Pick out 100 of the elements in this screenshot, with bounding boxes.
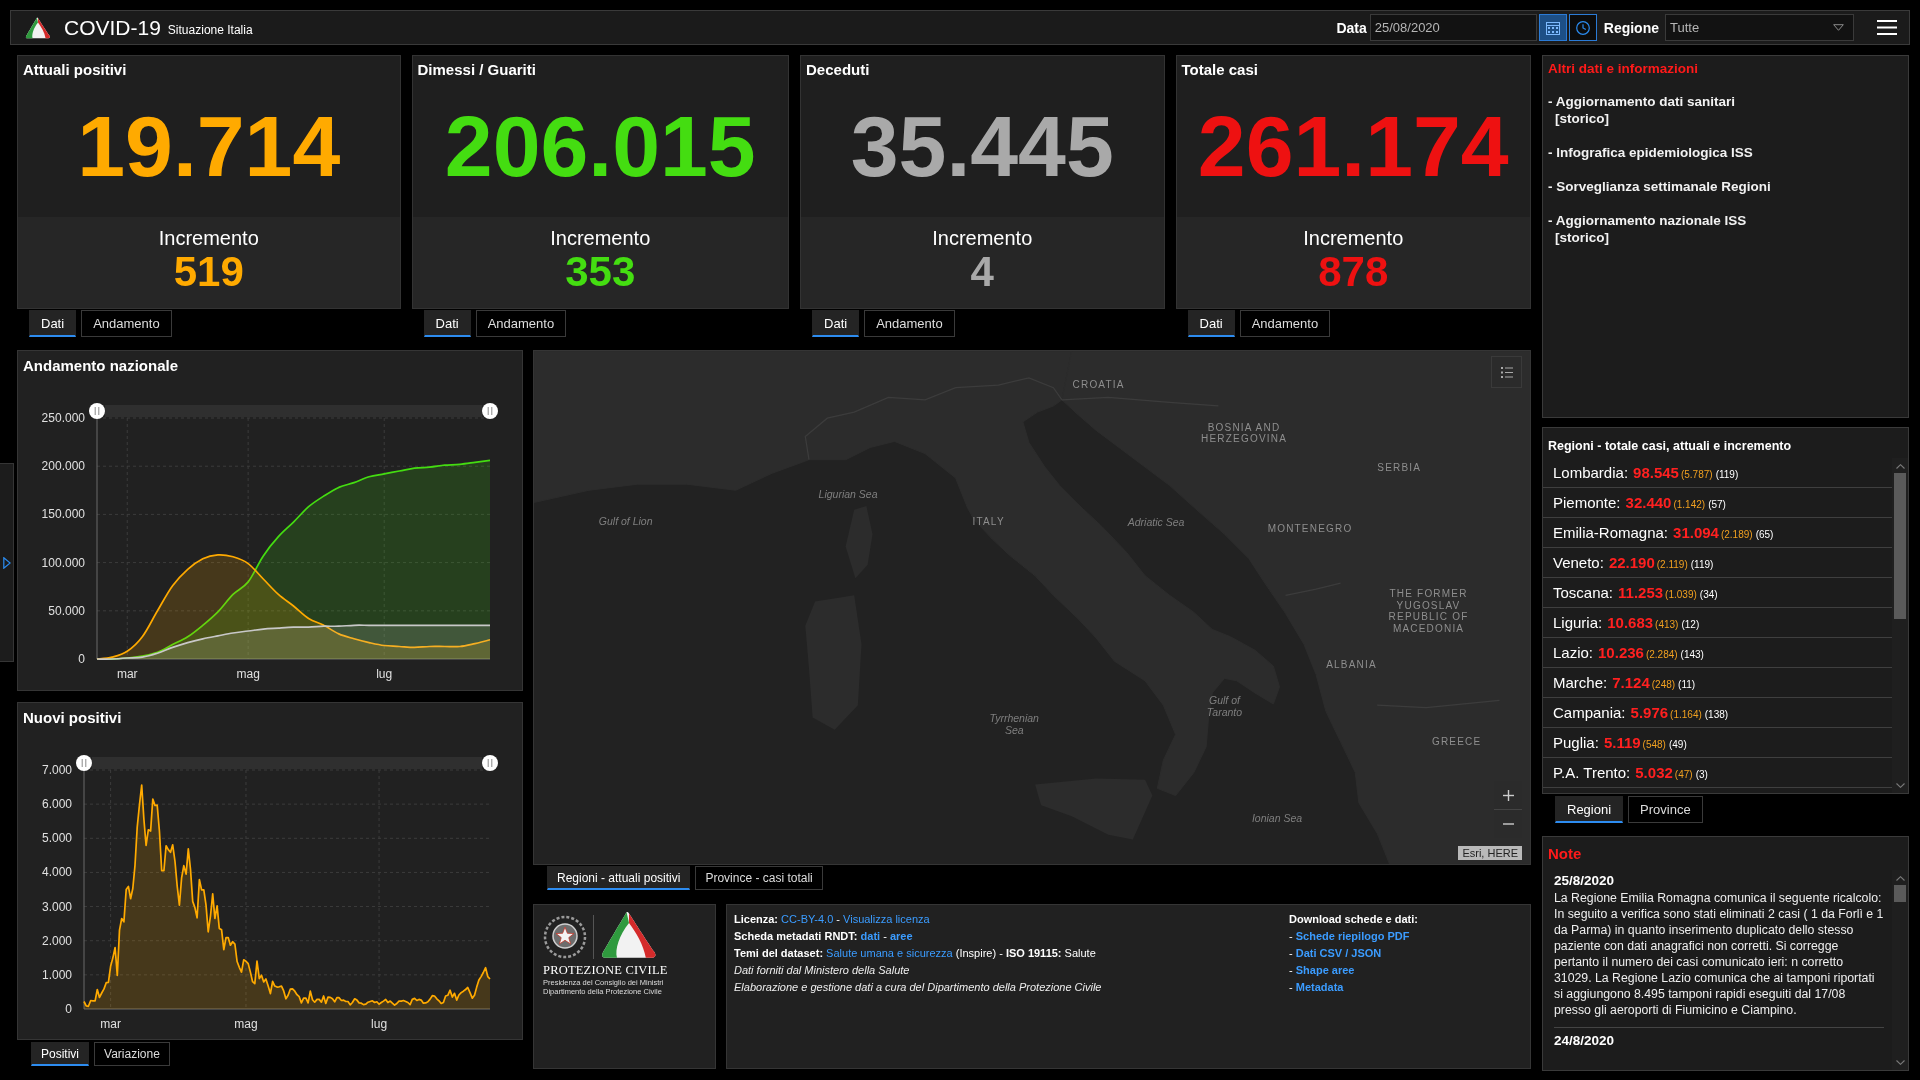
calendar-icon: [1545, 20, 1560, 35]
y-tick-label: 150.000: [41, 507, 85, 522]
info-text: Salute: [1064, 947, 1096, 959]
daily-increment: (34): [1699, 589, 1718, 600]
info-link[interactable]: - Infografica epidemiologica ISS: [1548, 144, 1753, 161]
country-label: CROATIA: [1072, 379, 1125, 391]
history-link[interactable]: [storico]: [1555, 110, 1609, 127]
tab[interactable]: Dati: [1187, 310, 1235, 337]
side-panel-toggle[interactable]: [0, 463, 14, 662]
download-title: Download schede e dati:: [1289, 913, 1418, 925]
y-tick-label: 0: [78, 652, 85, 666]
tab[interactable]: Province: [1628, 796, 1703, 823]
y-tick-label: 4.000: [41, 865, 72, 880]
country-label: SERBIA: [1377, 462, 1422, 474]
calendar-button[interactable]: [1538, 14, 1567, 41]
total-cases: 5.032: [1635, 764, 1673, 781]
current-cases: (248): [1651, 679, 1676, 690]
y-tick-label: 6.000: [41, 797, 72, 812]
daily-increment: (65): [1755, 529, 1774, 540]
tab[interactable]: Dati: [29, 310, 77, 337]
info-link[interactable]: - Aggiornamento nazionale ISS: [1548, 212, 1747, 229]
app-subtitle: Situazione Italia: [167, 23, 253, 37]
total-cases: 5.119: [1603, 734, 1641, 751]
tab[interactable]: Province - casi totali: [695, 866, 823, 890]
download-link[interactable]: Schede riepilogo PDF: [1295, 930, 1410, 942]
current-cases: (2.284): [1645, 649, 1678, 660]
x-tick-label: lug: [376, 667, 393, 681]
increment-value: 353: [565, 250, 636, 294]
y-tick-label: 1.000: [41, 967, 72, 982]
card-title: Totale casi: [1181, 61, 1258, 78]
stat-value: 261.174: [1197, 102, 1509, 189]
download-link[interactable]: Shape aree: [1295, 964, 1355, 976]
tab[interactable]: Andamento: [864, 310, 955, 337]
slider-handle[interactable]: [482, 403, 498, 419]
country-label: ITALY: [972, 516, 1005, 528]
tab[interactable]: Regioni: [1555, 796, 1624, 823]
scrollbar-thumb[interactable]: [1894, 885, 1906, 902]
info-link[interactable]: aree: [889, 930, 913, 942]
region-name: P.A. Trento:: [1553, 764, 1631, 781]
total-cases: 5.976: [1630, 704, 1669, 721]
map-attribution: Esri, HERE: [1458, 846, 1522, 860]
info-link[interactable]: dati: [860, 930, 881, 942]
info-link[interactable]: CC-BY-4.0: [781, 913, 834, 925]
increment-label: Incremento: [550, 226, 651, 250]
info-label: Licenza:: [734, 913, 778, 925]
tab[interactable]: Regioni - attuali positivi: [547, 866, 691, 890]
date-field[interactable]: 25/08/2020: [1369, 14, 1537, 41]
current-cases: (548): [1642, 739, 1666, 750]
history-link[interactable]: [storico]: [1555, 229, 1609, 246]
slider-handle[interactable]: [482, 755, 498, 771]
increment-label: Incremento: [1303, 226, 1404, 250]
info-link[interactable]: - Aggiornamento dati sanitari: [1548, 93, 1736, 110]
card-title: Attuali positivi: [23, 61, 127, 78]
download-link[interactable]: Metadata: [1295, 981, 1344, 993]
time-button[interactable]: [1568, 14, 1597, 41]
info-label: Scheda metadati RNDT:: [734, 930, 858, 942]
menu-button[interactable]: [1877, 20, 1897, 35]
scrollbar-thumb[interactable]: [1894, 473, 1906, 619]
tab[interactable]: Andamento: [1239, 310, 1331, 337]
info-link[interactable]: - Sorveglianza settimanale Regioni: [1548, 178, 1771, 195]
sea-label: Ligurian Sea: [818, 487, 878, 500]
caret-down-icon: [1833, 24, 1844, 31]
download-link[interactable]: Dati CSV / JSON: [1295, 947, 1382, 959]
info-text: -: [883, 930, 887, 942]
slider-handle[interactable]: [76, 755, 92, 771]
region-name: Puglia:: [1553, 734, 1599, 751]
daily-increment: (3): [1695, 769, 1708, 780]
country-label: THE FORMER YUGOSLAV REPUBLIC OF MACEDONIA: [1387, 588, 1470, 635]
credit-text: Dati forniti dal Ministero della Salute: [734, 964, 910, 976]
info-link[interactable]: Salute umana e sicurezza: [826, 947, 953, 959]
civil-protection-logo-icon: [600, 911, 658, 959]
total-cases: 32.440: [1625, 494, 1672, 511]
current-cases: (47): [1674, 769, 1693, 780]
plus-icon: [1502, 789, 1514, 801]
list-dash: -: [1289, 981, 1293, 993]
y-tick-label: 7.000: [41, 763, 72, 777]
region-dropdown[interactable]: Tutte: [1665, 14, 1854, 41]
current-cases: (1.164): [1670, 709, 1702, 720]
tab[interactable]: Positivi: [31, 1042, 89, 1066]
tab[interactable]: Andamento: [475, 310, 567, 337]
legend-button[interactable]: [1491, 356, 1522, 388]
y-tick-label: 200.000: [41, 459, 85, 474]
card-title: Deceduti: [806, 61, 870, 78]
triangle-right-icon: [2, 556, 11, 569]
increment-value: 519: [173, 250, 244, 294]
tab[interactable]: Andamento: [81, 310, 172, 337]
total-cases: 10.683: [1607, 614, 1654, 631]
organization-name: PROTEZIONE CIVILE: [543, 963, 668, 978]
current-cases: (413): [1655, 619, 1679, 630]
region-name: Lombardia:: [1553, 464, 1629, 481]
x-tick-label: mag: [236, 667, 260, 681]
tab[interactable]: Dati: [812, 310, 860, 337]
slider-handle[interactable]: [89, 403, 105, 419]
tab[interactable]: Variazione: [94, 1042, 170, 1066]
info-link[interactable]: Visualizza licenza: [843, 913, 930, 925]
panel-title: Nuovi positivi: [23, 709, 122, 726]
sea-label: Adriatic Sea: [1127, 515, 1185, 529]
y-tick-label: 50.000: [48, 603, 85, 618]
tab[interactable]: Dati: [423, 310, 471, 337]
daily-increment: (119): [1715, 469, 1739, 480]
